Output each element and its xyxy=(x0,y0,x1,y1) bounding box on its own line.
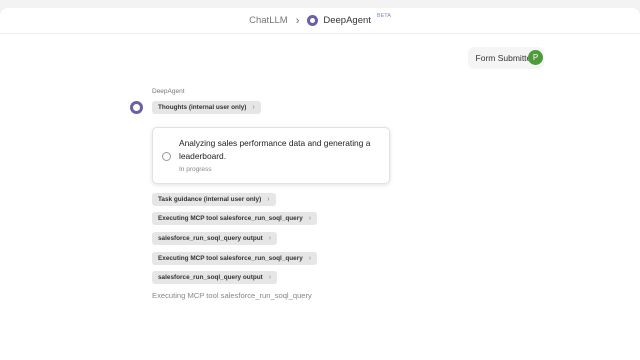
chevron-right-icon: › xyxy=(267,196,270,203)
pill-label: salesforce_run_soql_query output xyxy=(158,235,263,242)
chevron-right-icon: › xyxy=(268,274,272,281)
chevron-right-icon: › xyxy=(295,14,300,27)
pill-label: Executing MCP tool salesforce_run_soql_q… xyxy=(158,215,303,222)
tool-call-toggle[interactable]: Executing MCP tool salesforce_run_soql_q… xyxy=(152,252,318,265)
pill-label: Executing MCP tool salesforce_run_soql_q… xyxy=(158,255,303,262)
task-card: Analyzing sales performance data and gen… xyxy=(152,127,390,184)
thoughts-label: Thoughts (internal user only) xyxy=(158,104,247,111)
task-status: In progress xyxy=(179,166,212,173)
user-avatar[interactable]: P xyxy=(528,50,543,65)
chevron-right-icon: › xyxy=(268,235,272,242)
beta-badge: BETA xyxy=(376,12,391,19)
tool-output-toggle[interactable]: salesforce_run_soql_query output › xyxy=(152,232,278,245)
chat-panel xyxy=(0,8,640,360)
breadcrumb: ChatLLM › DeepAgent BETA xyxy=(0,8,640,34)
breadcrumb-current[interactable]: DeepAgent BETA xyxy=(307,12,391,26)
thoughts-toggle[interactable]: Thoughts (internal user only) › xyxy=(152,101,261,114)
task-title: Analyzing sales performance data and gen… xyxy=(179,138,371,161)
pill-label: Task guidance (internal user only) xyxy=(158,196,262,203)
chevron-right-icon: › xyxy=(308,215,312,222)
agent-avatar-icon xyxy=(130,101,143,114)
tool-call-toggle[interactable]: Executing MCP tool salesforce_run_soql_q… xyxy=(152,212,318,225)
window-top-strip xyxy=(0,0,640,8)
chevron-right-icon: › xyxy=(308,255,312,262)
pill-label: salesforce_run_soql_query output xyxy=(158,274,263,281)
chevron-right-icon: › xyxy=(252,104,255,111)
deepagent-logo-icon xyxy=(307,15,319,26)
task-status-radio-icon xyxy=(162,152,171,161)
task-guidance-toggle[interactable]: Task guidance (internal user only) › xyxy=(152,193,276,206)
agent-name-label: DeepAgent xyxy=(152,88,185,95)
user-message-text: Form Submitted xyxy=(475,53,536,63)
breadcrumb-home-link[interactable]: ChatLLM xyxy=(249,15,288,26)
tool-output-toggle[interactable]: salesforce_run_soql_query output › xyxy=(152,271,278,284)
app-name: DeepAgent xyxy=(323,15,371,26)
executing-status-text: Executing MCP tool salesforce_run_soql_q… xyxy=(152,291,312,300)
